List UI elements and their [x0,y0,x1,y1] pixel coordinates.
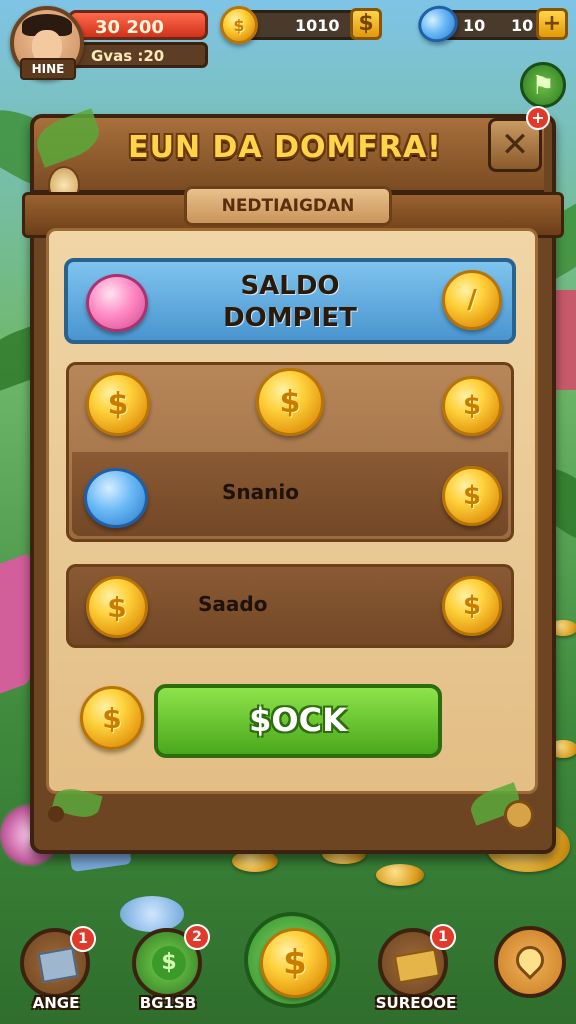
offer-row-label[interactable]: Snanio [222,480,299,504]
health-value: 30 200 [95,17,164,38]
health-bar: 30 200 [68,10,208,40]
pink-tent [0,552,30,698]
offer-row-label: Saado [198,592,268,616]
cash-stack-icon [393,948,441,984]
guitar-pick-button[interactable] [494,926,566,998]
flag-icon[interactable]: ⚑ [520,62,566,108]
coin-icon: / [442,270,502,330]
bolt-icon [48,806,64,822]
nav-label-sureooe: SUREOOE [375,994,457,1012]
coin-icon: $ [442,466,502,526]
notification-plus-badge: + [526,106,550,130]
nav-label-ange: ANGE [32,994,80,1012]
panel-title: EUN DA DOMFRA! [128,130,442,165]
featured-line-2: DOMPIET [223,303,357,333]
envelope-icon [37,947,79,983]
featured-offer-text: SALDO DOMPIET [150,270,430,334]
dollar-coin-icon: $ [260,928,330,998]
sub-stat-label: Gvas :20 [91,47,165,65]
close-icon: ✕ [500,125,530,165]
coin-icon: $ [442,376,502,436]
gems-left-value: 10 [463,16,486,35]
coin-icon: $ [220,6,258,44]
sub-stat-bar: Gvas :20 [68,42,208,68]
coin-icon: $ [86,372,150,436]
featured-line-1: SALDO [240,271,340,301]
stock-button[interactable]: $OCK [154,684,442,758]
nav-label-bg1sb: BG1SB [139,994,197,1012]
pink-coin-icon [86,274,148,332]
center-shop-button[interactable]: $ [244,912,340,1008]
add-coins-button[interactable]: $ [350,8,382,40]
panel-subtitle: NEDTIAIGDAN [184,186,392,226]
notification-badge: 2 [184,924,210,950]
coin-icon: $ [86,576,148,638]
coin-icon: $ [442,576,502,636]
coins-value: 1010 [295,16,340,35]
ring-icon [504,800,534,830]
pick-icon [510,940,550,980]
gem-icon [413,0,463,48]
coin-icon: $ [256,368,324,436]
gems-right-value: 10 [511,16,534,35]
notification-badge: 1 [70,926,96,952]
notification-badge: 1 [430,924,456,950]
dollar-leaf-icon: $ [152,946,186,980]
ground-coin [376,864,424,886]
blue-coin-icon [84,468,148,528]
player-name: HINE [20,58,76,80]
ground-gem [120,896,184,932]
add-gems-button[interactable]: + [536,8,568,40]
coin-icon: $ [80,686,144,750]
